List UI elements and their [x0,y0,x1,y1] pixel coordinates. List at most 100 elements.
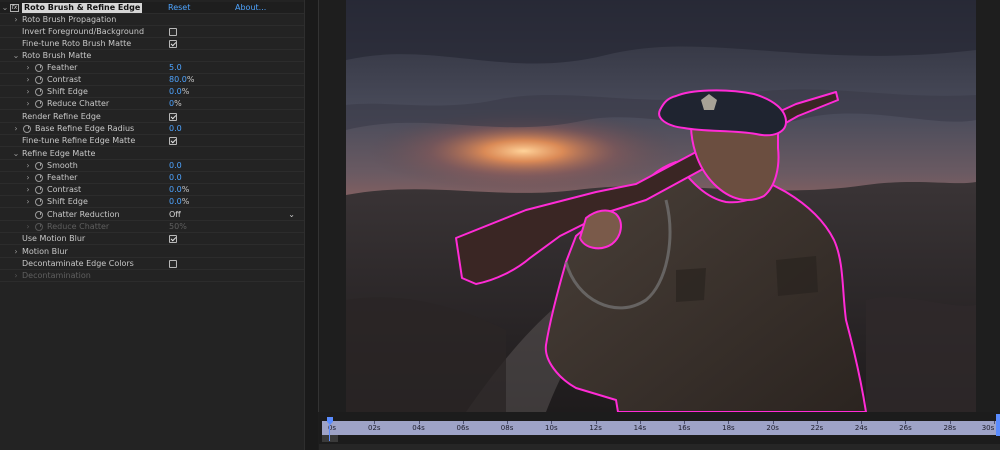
shift-edge-label: Shift Edge [47,87,88,96]
chevron-down-icon: ⌄ [288,210,295,219]
finetune-roto-checkbox[interactable] [169,40,177,48]
feather-2-label: Feather [47,173,78,182]
invert-checkbox[interactable] [169,28,177,36]
row-feather-2: › Feather 0.0 [0,172,304,184]
row-decontaminate: Decontaminate Edge Colors [0,258,304,270]
chatter-reduction-selected: Off [169,210,181,219]
roto-brush-matte-label[interactable]: Roto Brush Matte [22,50,91,62]
stopwatch-icon[interactable] [35,186,43,194]
row-decontamination: › Decontamination [0,270,304,282]
playhead-handle-icon[interactable] [327,417,333,425]
expand-chevron-icon[interactable]: › [12,123,20,135]
expand-chevron-icon[interactable]: › [24,86,32,98]
row-roto-brush-propagation: › Roto Brush Propagation [0,14,304,26]
row-contrast-2: › Contrast 0.0% [0,184,304,196]
grass [866,297,976,412]
frame-image [346,0,976,412]
expand-chevron-icon[interactable]: › [24,172,32,184]
composition-frame[interactable] [346,0,976,412]
stopwatch-icon[interactable] [35,162,43,170]
decontaminate-checkbox[interactable] [169,260,177,268]
row-shift-edge: › Shift Edge 0.0% [0,86,304,98]
stopwatch-icon[interactable] [23,125,31,133]
timeline-toolbar [319,444,1000,450]
refine-edge-matte-label[interactable]: Refine Edge Matte [22,148,95,160]
contrast-label: Contrast [47,75,82,84]
row-feather: › Feather 5.0 [0,62,304,74]
stopwatch-icon[interactable] [35,88,43,96]
expand-chevron-icon: › [26,222,30,231]
base-refine-radius-label: Base Refine Edge Radius [35,124,135,133]
effect-name[interactable]: Roto Brush & Refine Edge [22,3,143,13]
row-contrast: › Contrast 80.0% [0,74,304,86]
ruler-tick-label: 24s [854,424,868,432]
stopwatch-icon[interactable] [35,174,43,182]
playhead-line [329,425,330,441]
reduce-chatter-2-value: 50% [169,222,187,231]
chatter-reduction-dropdown[interactable]: Off ⌄ [169,210,297,220]
expand-chevron-icon[interactable]: › [24,184,32,196]
expand-chevron-icon[interactable]: › [24,98,32,110]
roto-brush-propagation-label[interactable]: Roto Brush Propagation [22,14,116,26]
render-refine-edge-checkbox[interactable] [169,113,177,121]
reduce-chatter-value[interactable]: 0% [169,98,182,110]
ruler-tick-label: 18s [722,424,735,432]
invert-label: Invert Foreground/Background [22,27,145,36]
row-roto-brush-matte: ⌄ Roto Brush Matte [0,50,304,62]
base-refine-radius-value[interactable]: 0.0 [169,123,182,135]
feather-2-value[interactable]: 0.0 [169,172,182,184]
about-link[interactable]: About... [235,2,266,14]
stopwatch-icon[interactable] [35,198,43,206]
time-ruler[interactable]: 0s 02s 04s 06s 08s 10s 12s 14s 16s 18s 20s 22s 24s 26… [322,421,1000,435]
expand-chevron-icon[interactable]: › [12,246,20,258]
fx-toggle-icon[interactable]: fx [10,4,19,12]
reduce-chatter-2-label: Reduce Chatter [47,222,110,231]
collapse-chevron-icon[interactable]: ⌄ [12,50,20,62]
contrast-2-value[interactable]: 0.0% [169,184,189,196]
use-motion-blur-label: Use Motion Blur [22,234,86,243]
collapse-effect-chevron-icon[interactable]: ⌄ [1,2,9,14]
feather-value[interactable]: 5.0 [169,62,182,74]
effect-controls-panel: ⌄ fx Roto Brush & Refine Edge Reset Abou… [0,0,304,450]
expand-chevron-icon[interactable]: › [12,14,20,26]
smooth-value[interactable]: 0.0 [169,160,182,172]
collapse-chevron-icon[interactable]: ⌄ [12,148,20,160]
expand-chevron-icon[interactable]: › [24,196,32,208]
ruler-tick-label: 26s [899,424,912,432]
coat-detail [776,256,818,296]
row-reduce-chatter-2: › Reduce Chatter 50% [0,221,304,233]
reset-link[interactable]: Reset [168,2,190,14]
row-smooth: › Smooth 0.0 [0,160,304,172]
contrast-value[interactable]: 80.0% [169,74,194,86]
ruler-tick-label: 08s [500,424,514,432]
use-motion-blur-checkbox[interactable] [169,235,177,243]
expand-chevron-icon[interactable]: › [24,74,32,86]
stopwatch-icon[interactable] [35,64,43,72]
stopwatch-icon[interactable] [35,211,43,219]
motion-blur-label[interactable]: Motion Blur [22,246,68,258]
finetune-refine-checkbox[interactable] [169,137,177,145]
decontamination-label: Decontamination [22,271,91,280]
row-shift-edge-2: › Shift Edge 0.0% [0,196,304,208]
ruler-tick-label: 14s [633,424,647,432]
work-area-end-handle[interactable] [996,414,1000,436]
finetune-roto-label: Fine-tune Roto Brush Matte [22,39,132,48]
panel-splitter[interactable] [304,0,318,450]
row-refine-edge-matte: ⌄ Refine Edge Matte [0,148,304,160]
ruler-tick-label: 22s [810,424,824,432]
expand-chevron-icon[interactable]: › [24,160,32,172]
decontaminate-label: Decontaminate Edge Colors [22,259,134,268]
playhead[interactable] [327,417,333,441]
ruler-tick-label: 06s [456,424,470,432]
row-motion-blur: › Motion Blur [0,246,304,258]
shift-edge-value[interactable]: 0.0% [169,86,189,98]
ruler-tick-label: 30s [981,424,995,432]
ruler-tick-label: 12s [589,424,602,432]
stopwatch-icon[interactable] [35,100,43,108]
expand-chevron-icon[interactable]: › [24,62,32,74]
composition-viewer[interactable] [319,0,1000,412]
stopwatch-icon[interactable] [35,76,43,84]
shift-edge-2-value[interactable]: 0.0% [169,196,189,208]
expand-chevron-icon: › [14,271,18,280]
effect-header: ⌄ fx Roto Brush & Refine Edge Reset Abou… [0,2,304,14]
